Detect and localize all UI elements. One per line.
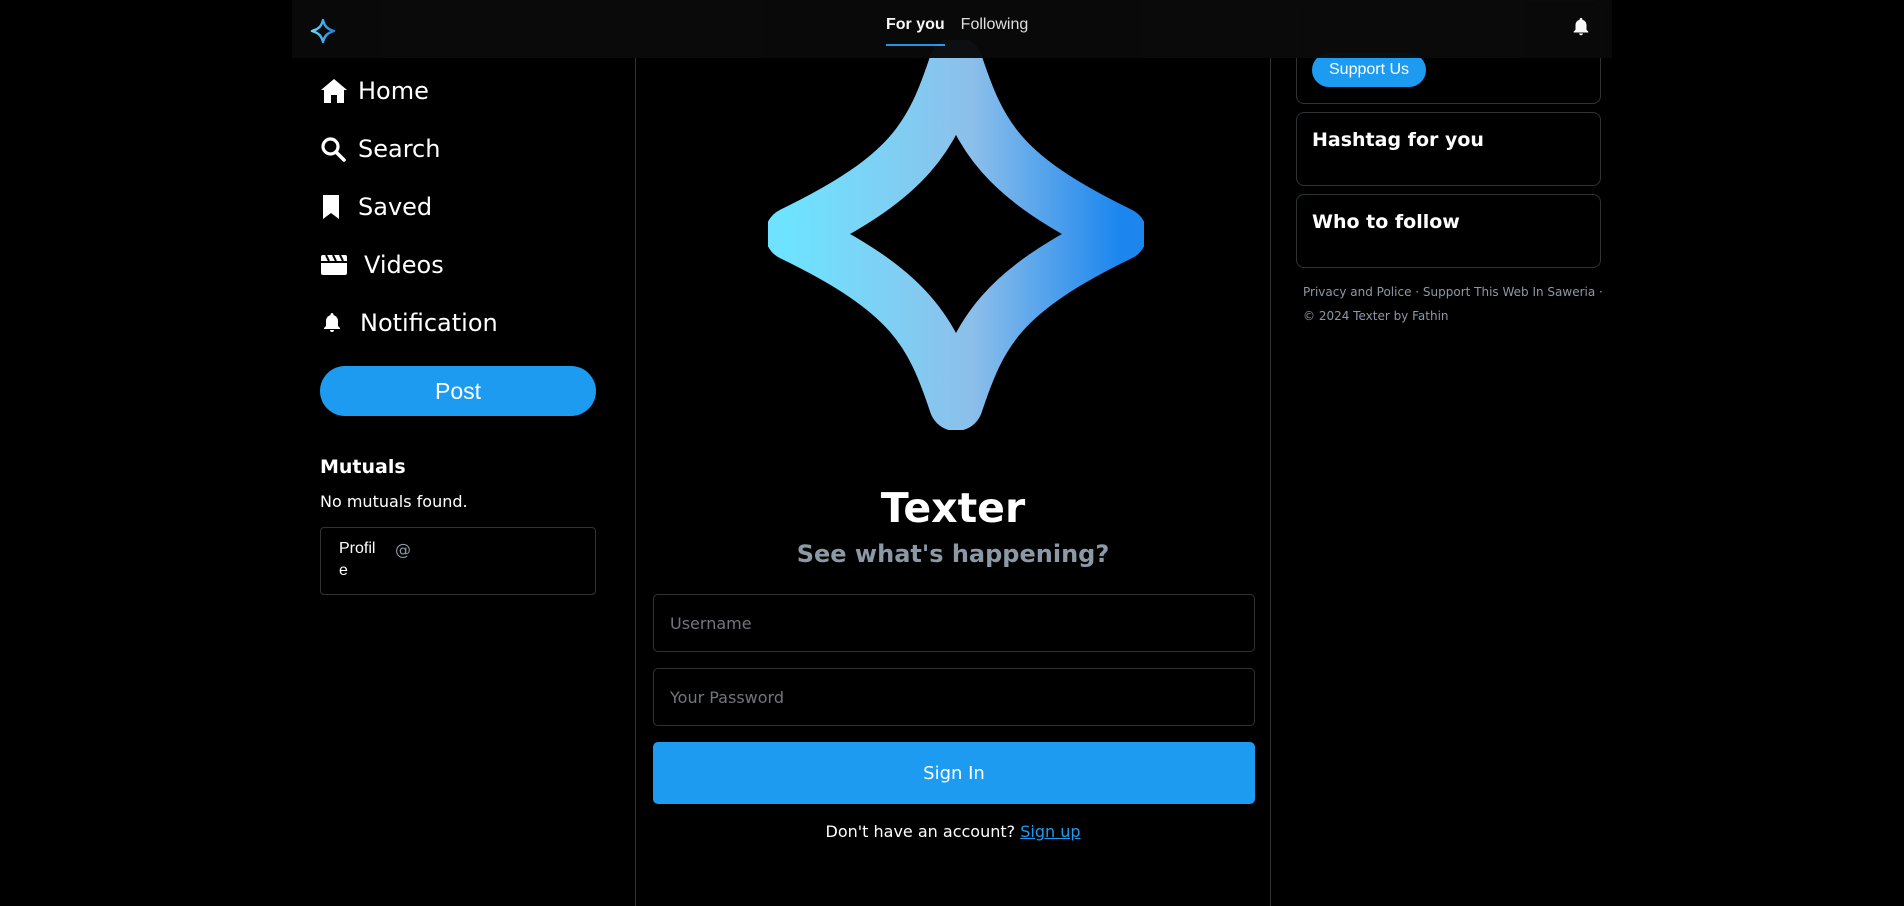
mutuals-heading: Mutuals: [320, 456, 406, 478]
signup-prompt: Don't have an account? Sign up: [636, 822, 1270, 841]
main-column: Texter See what's happening? Sign In Don…: [635, 0, 1271, 906]
username-field[interactable]: [653, 594, 1255, 652]
sidebar-item-label: Search: [358, 135, 441, 163]
support-us-button[interactable]: Support Us: [1312, 53, 1427, 87]
hashtag-title: Hashtag for you: [1312, 129, 1484, 151]
privacy-link[interactable]: Privacy and Police: [1303, 285, 1411, 299]
bell-icon: [320, 310, 350, 336]
sign-up-link[interactable]: Sign up: [1020, 822, 1080, 841]
sidebar-item-label: Notification: [360, 309, 498, 337]
sidebar-item-label: Videos: [364, 251, 444, 279]
page-subtitle: See what's happening?: [796, 540, 1110, 568]
bell-icon[interactable]: [1570, 16, 1592, 38]
bookmark-icon: [320, 194, 350, 220]
password-field[interactable]: [653, 668, 1255, 726]
signup-prompt-text: Don't have an account?: [825, 822, 1016, 841]
sidebar-item-search[interactable]: Search: [320, 120, 596, 178]
mutuals-empty-text: No mutuals found.: [320, 492, 468, 511]
left-sidebar: Home Search Saved Videos Notification Po…: [320, 62, 596, 595]
post-button[interactable]: Post: [320, 366, 596, 416]
page-title: Texter: [880, 484, 1026, 532]
search-icon: [320, 136, 350, 162]
home-icon: [320, 78, 350, 104]
sidebar-item-videos[interactable]: Videos: [320, 236, 596, 294]
sidebar-item-label: Home: [358, 77, 429, 105]
clapperboard-icon: [320, 252, 350, 278]
sparkle-logo-icon[interactable]: [310, 18, 336, 44]
sign-in-button[interactable]: Sign In: [653, 742, 1255, 804]
feed-tabs: For you Following: [886, 16, 1028, 46]
top-bar: For you Following: [292, 0, 1612, 58]
hashtag-card: Hashtag for you: [1296, 112, 1601, 186]
sidebar-item-saved[interactable]: Saved: [320, 178, 596, 236]
tab-following[interactable]: Following: [961, 16, 1029, 46]
avatar: Profile: [339, 540, 376, 579]
saweria-support-link[interactable]: Support This Web In Saweria: [1423, 285, 1595, 299]
who-to-follow-title: Who to follow: [1312, 211, 1460, 233]
mutual-card[interactable]: Profile @: [320, 527, 596, 595]
sidebar-item-label: Saved: [358, 193, 433, 221]
who-to-follow-card: Who to follow: [1296, 194, 1601, 268]
mutual-handle: @: [395, 540, 411, 559]
sidebar-item-home[interactable]: Home: [320, 62, 596, 120]
sparkle-star-icon: [768, 40, 1144, 430]
footer: Privacy and Police · Support This Web In…: [1303, 285, 1603, 323]
tab-for-you[interactable]: For you: [886, 16, 945, 46]
sidebar-item-notification[interactable]: Notification: [320, 294, 596, 352]
copyright-text: © 2024 Texter by Fathin: [1303, 309, 1449, 323]
